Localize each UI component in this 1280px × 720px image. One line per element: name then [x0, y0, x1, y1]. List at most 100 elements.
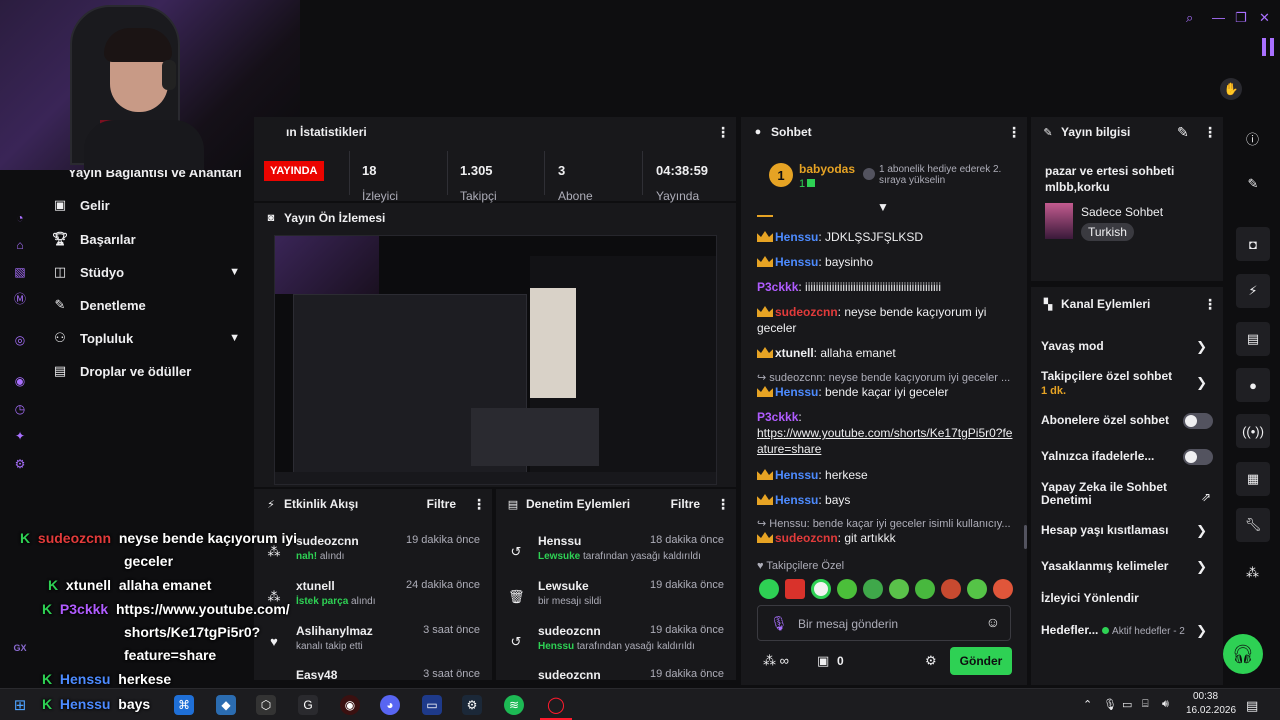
emote-9[interactable]: [967, 579, 987, 599]
support-headset-button[interactable]: 🎧︎: [1223, 634, 1263, 674]
mod-action-item[interactable]: ↺ sudeozcnn 19 dakika önce Henssu tarafı…: [496, 624, 736, 668]
emote-4[interactable]: [837, 579, 857, 599]
chat-message[interactable]: Henssu: bays: [757, 492, 1019, 508]
opera-icon[interactable]: ◯: [546, 695, 566, 715]
nav-item-community[interactable]: ⚇ Topluluk ▼: [50, 326, 240, 350]
emote-8[interactable]: [941, 579, 961, 599]
app-icon-2[interactable]: ◆: [216, 695, 236, 715]
emote-10[interactable]: [993, 579, 1013, 599]
blocked-terms-row[interactable]: Yasaklanmış kelimeler ❯: [1041, 559, 1213, 575]
reply-context[interactable]: ↪ Henssu: bende kaçar iyi geceler isimli…: [757, 517, 1019, 530]
edit-icon[interactable]: ✎: [1177, 124, 1189, 141]
search-icon[interactable]: ⌕: [1186, 10, 1193, 26]
tools-button[interactable]: 🔧︎: [1236, 508, 1270, 542]
app-icon-3[interactable]: ⬡: [256, 695, 276, 715]
followers-only-row[interactable]: Takipçilere özel sohbet 1 dk. ❯: [1041, 369, 1213, 397]
slow-mode-row[interactable]: Yavaş mod ❯: [1041, 339, 1213, 355]
more-options-icon[interactable]: ⋮: [472, 496, 486, 513]
emote-3[interactable]: [811, 579, 831, 599]
play-icon[interactable]: ◉: [12, 373, 28, 389]
more-options-icon[interactable]: ⋮: [1203, 296, 1217, 313]
restore-icon[interactable]: ❐: [1235, 10, 1247, 26]
battery-icon[interactable]: ▭: [1122, 698, 1132, 711]
settings-icon[interactable]: ⚙: [925, 653, 937, 669]
tag-chip[interactable]: Turkish: [1081, 223, 1134, 241]
app-icon-1[interactable]: ⌘: [174, 695, 194, 715]
microphone-icon[interactable]: 🎙︎: [770, 615, 788, 632]
external-link-icon[interactable]: ⇗: [1201, 490, 1211, 504]
settings-icon[interactable]: ⚙: [12, 456, 28, 472]
emote-only-row[interactable]: Yalnızca ifadelerle...: [1041, 449, 1213, 465]
app-icon-4[interactable]: G: [298, 695, 318, 715]
chat-message[interactable]: xtunell: allaha emanet: [757, 345, 1019, 361]
puzzle-icon[interactable]: ✦: [12, 428, 28, 444]
emote-2[interactable]: [785, 579, 805, 599]
more-options-icon[interactable]: ⋮: [1007, 124, 1021, 141]
category-boxart[interactable]: [1045, 203, 1073, 239]
emoji-icon[interactable]: ☺: [986, 614, 1000, 630]
ai-moderation-row[interactable]: Yapay Zeka ile Sohbet Denetimi: [1041, 481, 1181, 509]
mod-action-item[interactable]: sudeozcnn 19 dakika önce: [496, 668, 736, 680]
emote-only-toggle[interactable]: [1183, 449, 1213, 465]
chat-message[interactable]: sudeozcnn: neyse bende kaçıyorum iyi gec…: [757, 304, 1019, 336]
chat-message[interactable]: Henssu: herkese: [757, 467, 1019, 483]
account-age-row[interactable]: Hesap yaşı kısıtlaması ❯: [1041, 523, 1213, 539]
layers-icon[interactable]: ▧: [12, 264, 28, 280]
discord-icon[interactable]: ◕: [380, 695, 400, 715]
tray-expand-icon[interactable]: ⌃: [1083, 698, 1092, 711]
send-button[interactable]: Gönder: [950, 647, 1012, 675]
chat-input[interactable]: 🎙︎ Bir mesaj gönderin ☺: [757, 605, 1011, 641]
reply-context[interactable]: ↪ sudeozcnn: neyse bende kaçıyorum iyi g…: [757, 371, 1019, 384]
goals-row[interactable]: Hedefler... Aktif hedefler - 2 ❯: [1041, 623, 1213, 639]
spotify-icon[interactable]: ≋: [504, 695, 524, 715]
emote-1[interactable]: [759, 579, 779, 599]
nav-item-drops[interactable]: ▤ Droplar ve ödüller: [50, 359, 240, 383]
category-name[interactable]: Sadece Sohbet: [1081, 205, 1163, 219]
channel-points-icon[interactable]: ⁂: [1246, 565, 1259, 581]
preview-video[interactable]: [274, 235, 717, 485]
chat-message[interactable]: P3ckkk: iiiiiiiiiiiiiiiiiiiiiiiiiiiiiiii…: [757, 279, 1019, 295]
windows-start-icon[interactable]: ⊞: [10, 695, 30, 715]
more-options-icon[interactable]: ⋮: [716, 496, 730, 513]
minimize-icon[interactable]: —: [1212, 10, 1225, 25]
mic-tray-icon[interactable]: 🎙︎: [1103, 698, 1117, 711]
nav-item-achievements[interactable]: 🏆︎ Başarılar: [50, 227, 240, 251]
mod-filter-button[interactable]: Filtre: [671, 497, 700, 511]
mod-action-item[interactable]: ↺ Henssu 18 dakika önce Lewsuke tarafınd…: [496, 534, 736, 578]
app-icon-5[interactable]: ▭: [422, 695, 442, 715]
chat-message[interactable]: Henssu: bende kaçar iyi geceler: [757, 384, 1019, 400]
more-options-icon[interactable]: ⋮: [716, 124, 730, 141]
chat-scrollbar[interactable]: [1024, 525, 1027, 549]
drops-icon[interactable]: ▣: [817, 653, 829, 669]
nav-item-revenue[interactable]: ▣ Gelir: [50, 193, 240, 217]
speed-icon[interactable]: ◔: [12, 210, 28, 226]
collapse-icon[interactable]: ▼: [877, 200, 889, 214]
edit-button[interactable]: ✎: [1236, 167, 1270, 201]
info-icon[interactable]: ⓘ: [1246, 129, 1259, 148]
steam-icon[interactable]: ⚙: [462, 695, 482, 715]
chat-message[interactable]: Henssu: JDKLŞSJFŞLKSD: [757, 229, 1019, 245]
notification-icon[interactable]: ▤: [1246, 698, 1258, 714]
channel-points-icon[interactable]: ⁂ ∞: [763, 653, 789, 669]
obs-icon[interactable]: ◉: [340, 695, 360, 715]
subs-only-row[interactable]: Abonelere özel sohbet: [1041, 413, 1213, 429]
clip-button[interactable]: ◘: [1236, 227, 1270, 261]
network-icon[interactable]: ⌸: [1142, 698, 1149, 711]
clock-icon[interactable]: ◷: [12, 401, 28, 417]
clock-time[interactable]: 00:38: [1193, 691, 1218, 702]
broadcast-button[interactable]: ((•)): [1236, 414, 1270, 448]
spiral-icon[interactable]: ◎: [12, 332, 28, 348]
close-icon[interactable]: ✕: [1259, 10, 1270, 26]
leaderboard-user[interactable]: babyodas: [799, 162, 855, 176]
raid-row[interactable]: İzleyici Yönlendir: [1041, 591, 1213, 607]
chat-message[interactable]: sudeozcnn: git artıkkk: [757, 530, 1019, 546]
home-icon[interactable]: ⌂: [12, 237, 28, 253]
chat-link[interactable]: https://www.youtube.com/shorts/Ke17tgPi5…: [757, 426, 1012, 456]
mod-action-item[interactable]: 🗑︎ Lewsuke 19 dakika önce bir mesajı sil…: [496, 579, 736, 623]
ads-button[interactable]: ⚡︎: [1236, 274, 1270, 308]
emote-6[interactable]: [889, 579, 909, 599]
stream-manager-button[interactable]: ▦: [1236, 462, 1270, 496]
clock-date[interactable]: 16.02.2026: [1186, 705, 1236, 716]
chat-button[interactable]: ●: [1236, 368, 1270, 402]
emote-5[interactable]: [863, 579, 883, 599]
